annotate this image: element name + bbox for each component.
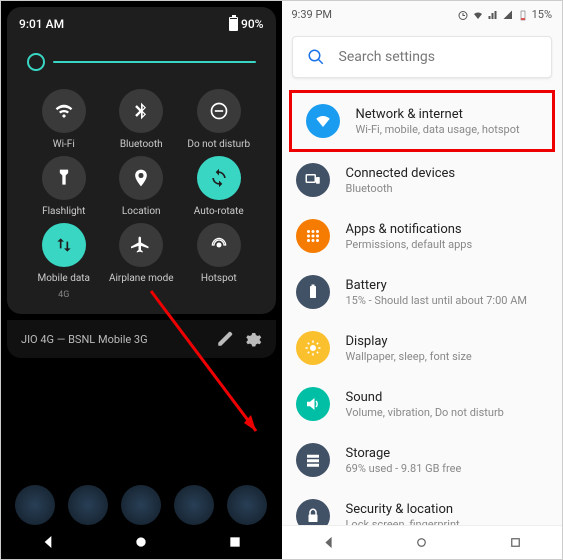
tile-dnd[interactable]: Do not disturb: [180, 89, 258, 150]
battery-pct: 90%: [241, 17, 263, 31]
signal-icon: [487, 9, 499, 21]
battery-icon: [517, 9, 529, 21]
settings-item-apps[interactable]: Apps & notificationsPermissions, default…: [282, 208, 563, 264]
tile-label: Flashlight: [42, 206, 85, 217]
search-placeholder: Search settings: [339, 49, 436, 65]
edit-icon[interactable]: [216, 330, 234, 348]
tile-label: Wi-Fi: [53, 139, 75, 150]
tile-sublabel: 4G: [58, 290, 69, 300]
tile-flashlight[interactable]: Flashlight: [25, 156, 103, 217]
carrier-text: JIO 4G — BSNL Mobile 3G: [21, 333, 148, 346]
tile-label: Auto-rotate: [194, 206, 244, 217]
brightness-track[interactable]: [53, 61, 256, 63]
tile-wifi[interactable]: Wi-Fi: [25, 89, 103, 150]
settings-app: 9:39 PM 15% Search settings Network & in…: [282, 1, 563, 559]
item-title: Display: [346, 334, 472, 349]
autorotate-icon: [209, 168, 229, 188]
dock-app-icon[interactable]: [227, 485, 267, 525]
item-title: Storage: [346, 446, 462, 461]
clock: 9:01 AM: [19, 17, 64, 31]
tile-autorotate[interactable]: Auto-rotate: [180, 156, 258, 217]
navbar: [1, 525, 282, 559]
settings-item-display[interactable]: DisplayWallpaper, sleep, font size: [282, 320, 563, 376]
display-icon: [304, 339, 322, 357]
wifi-icon: [472, 9, 484, 21]
tile-airplane[interactable]: Airplane mode: [103, 223, 181, 300]
hotspot-icon: [209, 235, 229, 255]
lock-icon: [304, 507, 322, 525]
bluetooth-icon: [131, 101, 151, 121]
wifi-icon: [314, 112, 332, 130]
signal-icon: [502, 9, 514, 21]
item-title: Battery: [346, 278, 527, 293]
tile-mobiledata[interactable]: Mobile data 4G: [25, 223, 103, 300]
mobiledata-icon: [54, 235, 74, 255]
recent-icon[interactable]: [227, 534, 243, 550]
dock-app-icon[interactable]: [68, 485, 108, 525]
dock-app-icon[interactable]: [174, 485, 214, 525]
recent-icon[interactable]: [508, 535, 523, 550]
qs-footer: JIO 4G — BSNL Mobile 3G: [7, 320, 276, 358]
dnd-icon: [209, 101, 229, 121]
back-icon[interactable]: [40, 534, 56, 550]
item-title: Connected devices: [346, 166, 456, 181]
tile-label: Hotspot: [201, 273, 237, 284]
item-sub: Wi-Fi, mobile, data usage, hotspot: [356, 123, 520, 136]
navbar: [282, 525, 563, 559]
tile-bluetooth[interactable]: Bluetooth: [103, 89, 181, 150]
settings-item-storage[interactable]: Storage69% used - 9.81 GB free: [282, 432, 563, 488]
item-sub: Volume, vibration, Do not disturb: [346, 406, 504, 419]
item-sub: 15% - Should last until about 7:00 AM: [346, 294, 527, 307]
settings-item-sound[interactable]: SoundVolume, vibration, Do not disturb: [282, 376, 563, 432]
settings-item-battery[interactable]: Battery15% - Should last until about 7:0…: [282, 264, 563, 320]
flashlight-icon: [54, 168, 74, 188]
item-title: Security & location: [346, 502, 460, 517]
battery-pct: 15%: [532, 8, 552, 21]
status-bar: 9:39 PM 15%: [282, 1, 563, 28]
status-bar: 9:01 AM 90%: [7, 11, 276, 37]
settings-gear-icon[interactable]: [244, 330, 262, 348]
battery-icon: [304, 283, 322, 301]
alarm-icon: [457, 9, 469, 21]
settings-item-network[interactable]: Network & internetWi-Fi, mobile, data us…: [289, 90, 556, 152]
search-bar[interactable]: Search settings: [292, 36, 553, 78]
settings-item-connected[interactable]: Connected devicesBluetooth: [282, 152, 563, 208]
home-icon[interactable]: [133, 534, 149, 550]
brightness-slider[interactable]: [7, 37, 276, 79]
tile-label: Airplane mode: [109, 273, 174, 284]
item-title: Apps & notifications: [346, 222, 473, 237]
tile-label: Location: [122, 206, 161, 217]
tile-location[interactable]: Location: [103, 156, 181, 217]
dock: [1, 485, 282, 525]
tile-label: Do not disturb: [187, 139, 250, 150]
tile-label: Mobile data: [38, 273, 91, 284]
dock-app-icon[interactable]: [15, 485, 55, 525]
airplane-icon: [131, 235, 151, 255]
wifi-icon: [54, 101, 74, 121]
tile-hotspot[interactable]: Hotspot: [180, 223, 258, 300]
tile-label: Bluetooth: [120, 139, 163, 150]
clock: 9:39 PM: [292, 8, 332, 21]
search-icon: [307, 48, 325, 66]
sound-icon: [304, 395, 322, 413]
item-title: Sound: [346, 390, 504, 405]
location-icon: [131, 168, 151, 188]
back-icon[interactable]: [321, 535, 336, 550]
battery-icon: [229, 17, 238, 31]
brightness-icon: [27, 53, 45, 71]
item-sub: Bluetooth: [346, 182, 456, 195]
storage-icon: [304, 451, 322, 469]
dock-app-icon[interactable]: [121, 485, 161, 525]
home-icon[interactable]: [414, 535, 429, 550]
item-sub: Permissions, default apps: [346, 238, 473, 251]
item-sub: Wallpaper, sleep, font size: [346, 350, 472, 363]
apps-icon: [304, 227, 322, 245]
devices-icon: [304, 171, 322, 189]
item-sub: 69% used - 9.81 GB free: [346, 462, 462, 475]
quick-settings-panel: 9:01 AM 90% Wi-Fi Bluetooth Do not distu…: [1, 1, 282, 559]
item-title: Network & internet: [356, 107, 520, 122]
